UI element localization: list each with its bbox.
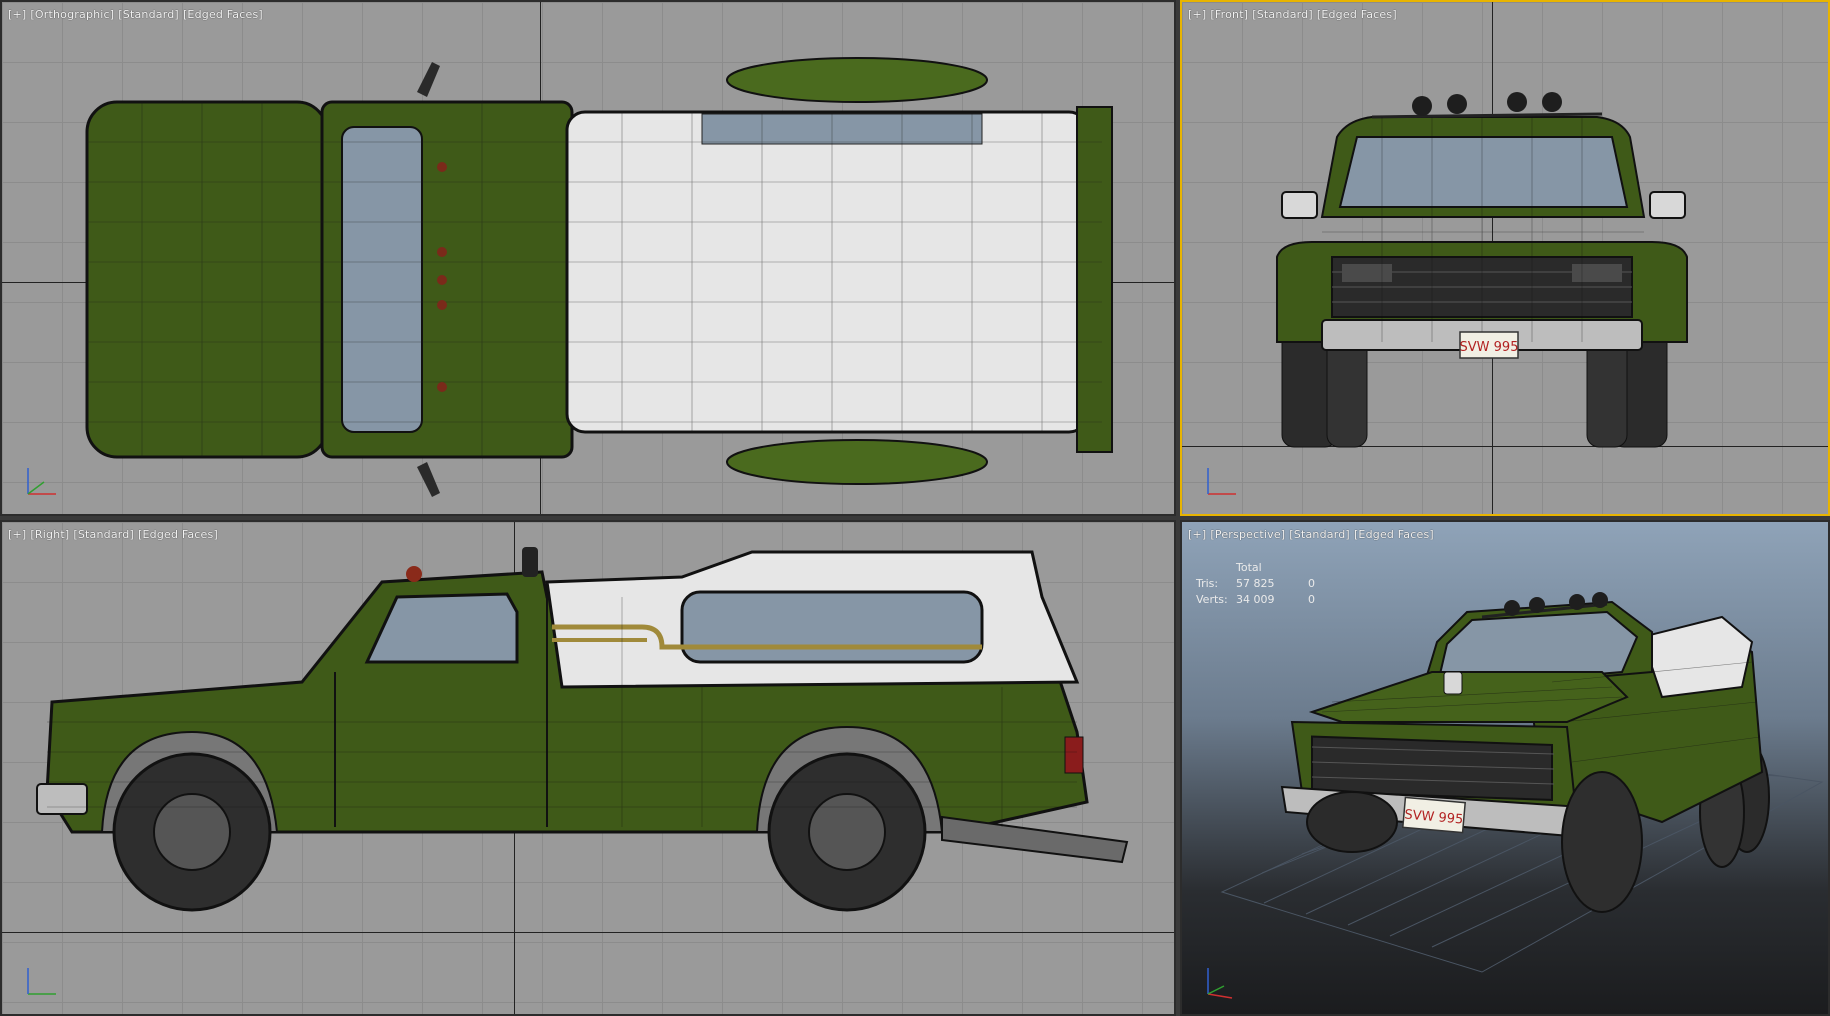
axis-gizmo-icon [27,468,56,495]
stats-header: Total [1236,561,1262,574]
view-type-menu[interactable]: [Orthographic] [30,8,114,21]
viewport-menu-button[interactable]: [+] [8,8,26,21]
display-mode-menu[interactable]: [Edged Faces] [1317,8,1397,21]
license-plate-text: SVW 995 [1460,340,1519,355]
display-mode-menu[interactable]: [Edged Faces] [1354,528,1434,541]
viewport-right[interactable]: [+] [Right] [Standard] [Edged Faces] [0,520,1176,1016]
view-type-menu[interactable]: [Right] [30,528,69,541]
shading-menu[interactable]: [Standard] [118,8,179,21]
verts-label: Verts: [1196,593,1228,606]
viewport-menu-button[interactable]: [+] [1188,528,1206,541]
scene-statistics: Total Tris: 57 825 0 Verts: 34 009 0 [1196,560,1328,608]
viewport-label-front[interactable]: [+] [Front] [Standard] [Edged Faces] [1188,8,1401,21]
viewport-label-perspective[interactable]: [+] [Perspective] [Standard] [Edged Faces] [1188,528,1438,541]
shading-menu[interactable]: [Standard] [1252,8,1313,21]
display-mode-menu[interactable]: [Edged Faces] [138,528,218,541]
viewport-perspective[interactable]: SVW 995 [+] [Perspective] [Standard] [Edged… [1180,520,1830,1016]
truck-side-view[interactable] [2,522,1176,1016]
display-mode-menu[interactable]: [Edged Faces] [183,8,263,21]
shading-menu[interactable]: [Standard] [1289,528,1350,541]
viewport-front[interactable]: SVW 995 [+] [Front] [Standard] [Edged Faces… [1180,0,1830,516]
view-type-menu[interactable]: [Perspective] [1210,528,1285,541]
truck-top-view[interactable] [2,2,1176,516]
tris-label: Tris: [1196,577,1219,590]
viewport-label-right[interactable]: [+] [Right] [Standard] [Edged Faces] [8,528,222,541]
axis-gizmo-icon [1207,968,1233,999]
tris-total: 57 825 [1236,577,1275,590]
view-type-menu[interactable]: [Front] [1210,8,1248,21]
tris-selected: 0 [1308,577,1315,590]
viewport-layout: [+] [Orthographic] [Standard] [Edged Faces] [0,0,1830,1016]
verts-selected: 0 [1308,593,1315,606]
viewport-label-top[interactable]: [+] [Orthographic] [Standard] [Edged Faces] [8,8,267,21]
verts-total: 34 009 [1236,593,1275,606]
viewport-orthographic-top[interactable]: [+] [Orthographic] [Standard] [Edged Faces] [0,0,1176,516]
viewport-menu-button[interactable]: [+] [1188,8,1206,21]
truck-front-view[interactable]: SVW 995 [1182,2,1830,516]
axis-gizmo-icon [27,968,56,995]
axis-gizmo-icon [1207,468,1236,495]
shading-menu[interactable]: [Standard] [73,528,134,541]
viewport-menu-button[interactable]: [+] [8,528,26,541]
